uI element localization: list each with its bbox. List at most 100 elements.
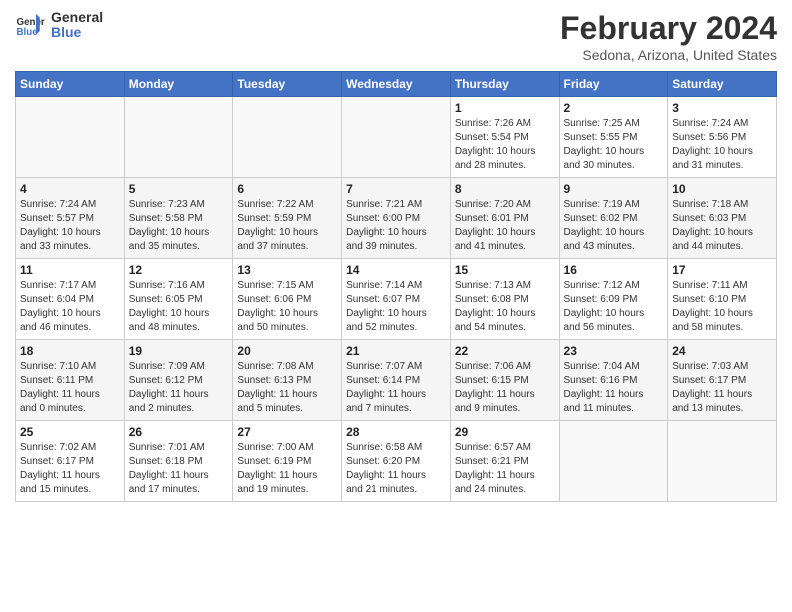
day-number: 15 [455,263,555,277]
calendar-cell: 26 Sunrise: 7:01 AM Sunset: 6:18 PM Dayli… [124,421,233,502]
day-number: 20 [237,344,337,358]
calendar-cell: 27Sunrise: 7:00 AM Sunset: 6:19 PM Dayli… [233,421,342,502]
day-detail: Sunrise: 7:13 AM Sunset: 6:08 PM Dayligh… [455,279,555,335]
subtitle: Sedona, Arizona, United States [560,47,777,63]
day-detail: Sunrise: 7:15 AM Sunset: 6:06 PM Dayligh… [237,279,337,335]
day-number: 22 [455,344,555,358]
svg-text:Blue: Blue [17,27,39,38]
calendar-cell: 18 Sunrise: 7:10 AM Sunset: 6:11 PM Dayli… [16,340,125,421]
day-detail: Sunrise: 7:07 AM Sunset: 6:14 PM Dayligh… [346,360,446,416]
calendar-cell: 9 Sunrise: 7:19 AM Sunset: 6:02 PM Daylig… [559,178,668,259]
day-of-week-header: Saturday [668,72,777,97]
calendar-cell: 23 Sunrise: 7:04 AM Sunset: 6:16 PM Dayli… [559,340,668,421]
day-detail: Sunrise: 7:06 AM Sunset: 6:15 PM Dayligh… [455,360,555,416]
day-detail: Sunrise: 7:20 AM Sunset: 6:01 PM Dayligh… [455,198,555,254]
day-of-week-header: Sunday [16,72,125,97]
calendar-cell: 8 Sunrise: 7:20 AM Sunset: 6:01 PM Daylig… [450,178,559,259]
day-detail: Sunrise: 7:10 AM Sunset: 6:11 PM Dayligh… [20,360,120,416]
calendar-cell: 20 Sunrise: 7:08 AM Sunset: 6:13 PM Dayli… [233,340,342,421]
day-number: 4 [20,182,120,196]
day-detail: Sunrise: 7:03 AM Sunset: 6:17 PM Dayligh… [672,360,772,416]
logo: General Blue General Blue [15,10,103,41]
day-detail: Sunrise: 7:26 AM Sunset: 5:54 PM Dayligh… [455,117,555,173]
day-number: 26 [129,425,229,439]
header-row: SundayMondayTuesdayWednesdayThursdayFrid… [16,72,777,97]
calendar-cell: 3 Sunrise: 7:24 AM Sunset: 5:56 PM Daylig… [668,97,777,178]
calendar-body: 1 Sunrise: 7:26 AM Sunset: 5:54 PM Daylig… [16,97,777,502]
logo-general: General [51,10,103,25]
day-detail: Sunrise: 7:24 AM Sunset: 5:56 PM Dayligh… [672,117,772,173]
day-detail: Sunrise: 7:04 AM Sunset: 6:16 PM Dayligh… [564,360,664,416]
logo-icon: General Blue [15,10,45,40]
day-number: 28 [346,425,446,439]
day-detail: Sunrise: 7:18 AM Sunset: 6:03 PM Dayligh… [672,198,772,254]
day-number: 24 [672,344,772,358]
day-number: 29 [455,425,555,439]
day-number: 17 [672,263,772,277]
day-detail: Sunrise: 7:02 AM Sunset: 6:17 PM Dayligh… [20,441,120,497]
day-detail: Sunrise: 7:16 AM Sunset: 6:05 PM Dayligh… [129,279,229,335]
day-number: 2 [564,101,664,115]
calendar-cell: 22 Sunrise: 7:06 AM Sunset: 6:15 PM Dayli… [450,340,559,421]
day-detail: Sunrise: 7:24 AM Sunset: 5:57 PM Dayligh… [20,198,120,254]
calendar-cell: 29 Sunrise: 6:57 AM Sunset: 6:21 PM Dayli… [450,421,559,502]
calendar-cell: 12 Sunrise: 7:16 AM Sunset: 6:05 PM Dayli… [124,259,233,340]
day-number: 9 [564,182,664,196]
calendar-cell: 1 Sunrise: 7:26 AM Sunset: 5:54 PM Daylig… [450,97,559,178]
day-detail: Sunrise: 7:14 AM Sunset: 6:07 PM Dayligh… [346,279,446,335]
calendar-cell: 17Sunrise: 7:11 AM Sunset: 6:10 PM Dayli… [668,259,777,340]
calendar-cell [342,97,451,178]
day-detail: Sunrise: 7:21 AM Sunset: 6:00 PM Dayligh… [346,198,446,254]
calendar-cell: 28Sunrise: 6:58 AM Sunset: 6:20 PM Dayli… [342,421,451,502]
day-detail: Sunrise: 7:19 AM Sunset: 6:02 PM Dayligh… [564,198,664,254]
day-detail: Sunrise: 7:12 AM Sunset: 6:09 PM Dayligh… [564,279,664,335]
calendar-cell: 14 Sunrise: 7:14 AM Sunset: 6:07 PM Dayli… [342,259,451,340]
calendar-cell: 6Sunrise: 7:22 AM Sunset: 5:59 PM Daylig… [233,178,342,259]
day-detail: Sunrise: 7:01 AM Sunset: 6:18 PM Dayligh… [129,441,229,497]
calendar-cell [124,97,233,178]
day-detail: Sunrise: 7:23 AM Sunset: 5:58 PM Dayligh… [129,198,229,254]
day-number: 14 [346,263,446,277]
day-of-week-header: Monday [124,72,233,97]
calendar-cell: 21 Sunrise: 7:07 AM Sunset: 6:14 PM Dayli… [342,340,451,421]
day-number: 18 [20,344,120,358]
day-number: 7 [346,182,446,196]
calendar-cell: 10 Sunrise: 7:18 AM Sunset: 6:03 PM Dayli… [668,178,777,259]
day-of-week-header: Friday [559,72,668,97]
calendar-cell: 7 Sunrise: 7:21 AM Sunset: 6:00 PM Daylig… [342,178,451,259]
calendar-week-row: 18 Sunrise: 7:10 AM Sunset: 6:11 PM Dayli… [16,340,777,421]
day-number: 23 [564,344,664,358]
header: General Blue General Blue February 2024 … [15,10,777,63]
calendar-table: SundayMondayTuesdayWednesdayThursdayFrid… [15,71,777,502]
day-number: 1 [455,101,555,115]
day-number: 5 [129,182,229,196]
day-number: 8 [455,182,555,196]
day-number: 6 [237,182,337,196]
calendar-cell: 19Sunrise: 7:09 AM Sunset: 6:12 PM Dayli… [124,340,233,421]
calendar-cell: 25 Sunrise: 7:02 AM Sunset: 6:17 PM Dayli… [16,421,125,502]
title-area: February 2024 Sedona, Arizona, United St… [560,10,777,63]
day-detail: Sunrise: 7:08 AM Sunset: 6:13 PM Dayligh… [237,360,337,416]
calendar-cell: 2 Sunrise: 7:25 AM Sunset: 5:55 PM Daylig… [559,97,668,178]
day-number: 21 [346,344,446,358]
calendar-cell: 5 Sunrise: 7:23 AM Sunset: 5:58 PM Daylig… [124,178,233,259]
day-detail: Sunrise: 7:17 AM Sunset: 6:04 PM Dayligh… [20,279,120,335]
day-detail: Sunrise: 7:09 AM Sunset: 6:12 PM Dayligh… [129,360,229,416]
calendar-cell [559,421,668,502]
calendar-week-row: 25 Sunrise: 7:02 AM Sunset: 6:17 PM Dayli… [16,421,777,502]
day-of-week-header: Thursday [450,72,559,97]
calendar-cell: 4 Sunrise: 7:24 AM Sunset: 5:57 PM Daylig… [16,178,125,259]
day-number: 25 [20,425,120,439]
calendar-header: SundayMondayTuesdayWednesdayThursdayFrid… [16,72,777,97]
calendar-week-row: 1 Sunrise: 7:26 AM Sunset: 5:54 PM Daylig… [16,97,777,178]
calendar-week-row: 4 Sunrise: 7:24 AM Sunset: 5:57 PM Daylig… [16,178,777,259]
calendar-cell: 24 Sunrise: 7:03 AM Sunset: 6:17 PM Dayli… [668,340,777,421]
day-of-week-header: Wednesday [342,72,451,97]
day-detail: Sunrise: 6:57 AM Sunset: 6:21 PM Dayligh… [455,441,555,497]
day-detail: Sunrise: 7:25 AM Sunset: 5:55 PM Dayligh… [564,117,664,173]
day-number: 12 [129,263,229,277]
day-of-week-header: Tuesday [233,72,342,97]
day-number: 10 [672,182,772,196]
calendar-cell [233,97,342,178]
day-number: 3 [672,101,772,115]
